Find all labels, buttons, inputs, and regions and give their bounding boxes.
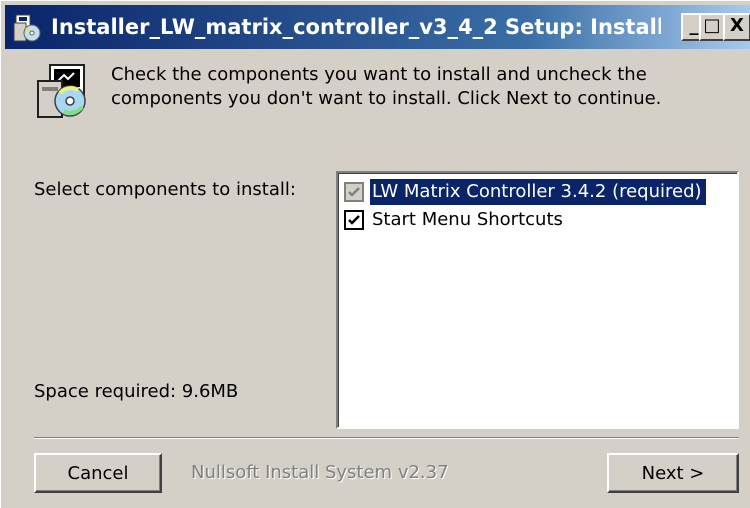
cancel-button[interactable]: Cancel [34,453,162,493]
checkmark-icon [348,187,360,197]
component-label: LW Matrix Controller 3.4.2 (required) [370,179,706,205]
footer-divider [34,437,739,439]
installer-package-icon [34,63,94,119]
maximize-button[interactable]: □ [699,13,725,41]
component-checkbox-required [344,182,364,202]
checkmark-icon [348,215,360,225]
component-checkbox[interactable] [344,210,364,230]
nullsoft-branding: Nullsoft Install System v2.37 [191,462,449,483]
space-required-label: Space required: 9.6MB [34,381,239,402]
title-bar[interactable]: Installer_LW_matrix_controller_v3_4_2 Se… [5,5,750,49]
component-label: Start Menu Shortcuts [372,209,563,230]
component-item-lw-matrix-controller[interactable]: LW Matrix Controller 3.4.2 (required) [344,179,706,205]
installer-icon [13,13,43,43]
close-button[interactable]: X [723,13,750,41]
header-description: Check the components you want to install… [111,64,662,109]
components-list[interactable]: LW Matrix Controller 3.4.2 (required) St… [336,171,739,429]
window-title: Installer_LW_matrix_controller_v3_4_2 Se… [51,15,661,39]
component-item-start-menu-shortcuts[interactable]: Start Menu Shortcuts [344,207,567,233]
next-button[interactable]: Next > [607,453,739,493]
select-components-label: Select components to install: [34,179,296,200]
installer-window: Installer_LW_matrix_controller_v3_4_2 Se… [0,0,750,508]
